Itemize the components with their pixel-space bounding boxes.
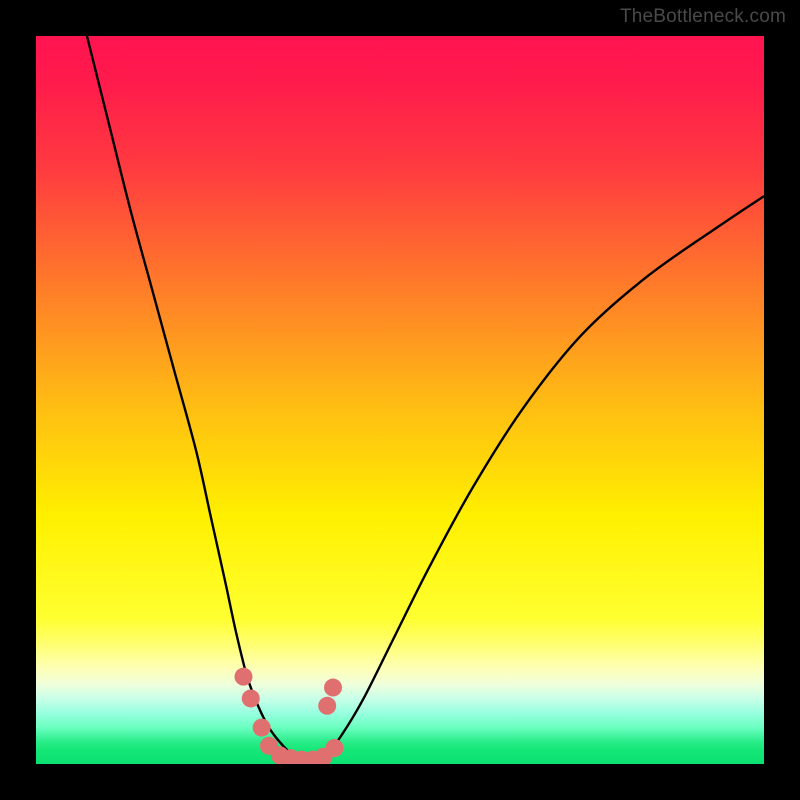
- data-marker: [253, 719, 271, 737]
- watermark-text: TheBottleneck.com: [620, 6, 786, 28]
- chart-svg: [36, 36, 764, 764]
- data-marker: [234, 668, 252, 686]
- plot-area: [36, 36, 764, 764]
- data-marker: [324, 679, 342, 697]
- chart-frame: TheBottleneck.com: [0, 0, 800, 800]
- curve-left: [87, 36, 313, 760]
- curve-right: [313, 196, 764, 760]
- marker-group: [234, 668, 343, 764]
- data-marker: [318, 697, 336, 715]
- data-marker: [325, 739, 343, 757]
- data-marker: [242, 689, 260, 707]
